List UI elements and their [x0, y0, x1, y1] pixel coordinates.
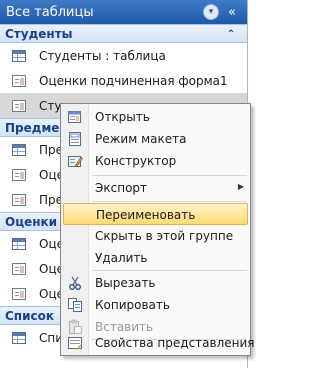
form-icon: [12, 74, 26, 87]
menu-separator: [92, 270, 247, 271]
table-icon: [12, 237, 26, 250]
menu-separator: [92, 175, 247, 176]
group-header-students[interactable]: Студенты ⌃: [0, 24, 247, 43]
menu-item-label: Режим макета: [95, 132, 187, 146]
menu-item-label: Удалить: [95, 251, 148, 265]
form-icon: [12, 99, 26, 112]
layout-view-icon: [67, 131, 83, 147]
nav-item-label: Студенты : таблица: [39, 48, 166, 63]
nav-pane-title: Все таблицы: [6, 4, 94, 20]
nav-item-label: Оценки подчиненная форма1: [39, 73, 228, 88]
design-view-icon: [67, 153, 83, 169]
open-form-icon: [67, 109, 83, 125]
context-menu: Открыть Режим макета Конструктор Экспорт…: [60, 103, 255, 356]
menu-item-label: Скрыть в этой группе: [95, 229, 234, 243]
menu-item-design-view[interactable]: Конструктор: [63, 150, 248, 172]
properties-icon: [67, 335, 83, 351]
menu-item-view-properties[interactable]: Свойства представления: [63, 332, 255, 354]
table-icon: [12, 143, 26, 156]
menu-item-label: Вырезать: [95, 276, 156, 290]
nav-menu-dropdown-icon[interactable]: ▾: [203, 4, 219, 20]
group-title: Оценки: [5, 214, 58, 229]
menu-item-label: Открыть: [95, 110, 150, 124]
menu-item-copy[interactable]: Копировать: [63, 294, 248, 316]
chevron-up-icon[interactable]: ⌃: [225, 27, 237, 41]
scissors-icon: [67, 275, 83, 291]
menu-item-delete[interactable]: Удалить: [63, 247, 248, 269]
group-title: Список: [5, 308, 55, 323]
table-icon: [12, 331, 26, 344]
menu-separator: [92, 201, 247, 202]
nav-pane-header[interactable]: Все таблицы ▾ «: [0, 0, 247, 24]
form-icon: [12, 262, 26, 275]
menu-item-cut[interactable]: Вырезать: [63, 272, 248, 294]
form-icon: [12, 287, 26, 300]
menu-item-label: Конструктор: [95, 154, 177, 168]
menu-item-layout-view[interactable]: Режим макета: [63, 128, 248, 150]
menu-item-label: Свойства представления: [95, 336, 255, 350]
menu-item-label: Переименовать: [96, 208, 196, 222]
nav-item-grades-subform[interactable]: Оценки подчиненная форма1: [0, 68, 247, 93]
menu-item-export[interactable]: Экспорт ▶: [63, 177, 248, 199]
menu-item-label: Экспорт: [95, 181, 148, 195]
form-icon: [12, 168, 26, 181]
table-icon: [12, 49, 26, 62]
collapse-pane-icon[interactable]: «: [223, 2, 241, 22]
menu-item-label: Копировать: [95, 298, 170, 312]
submenu-arrow-icon: ▶: [237, 182, 244, 191]
group-title: Студенты: [5, 26, 73, 41]
nav-item-students-table[interactable]: Студенты : таблица: [0, 43, 247, 68]
menu-item-hide-in-group[interactable]: Скрыть в этой группе: [63, 225, 248, 247]
group-title: Предме: [5, 120, 60, 135]
menu-item-open[interactable]: Открыть: [63, 106, 248, 128]
copy-icon: [67, 297, 83, 313]
menu-item-rename[interactable]: Переименовать: [63, 203, 248, 225]
form-icon: [12, 193, 26, 206]
